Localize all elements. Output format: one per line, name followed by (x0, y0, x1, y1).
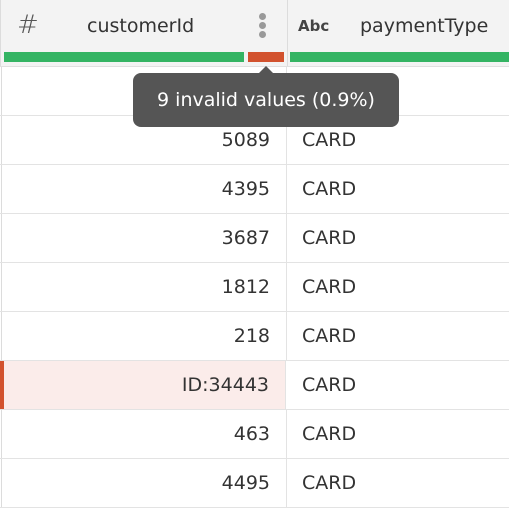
column-menu-icon[interactable] (257, 13, 267, 39)
column-title: customerId (87, 15, 195, 37)
invalid-cell-customerid[interactable]: ID:34443 (0, 361, 286, 409)
cell-customerid[interactable]: 4395 (1, 165, 287, 213)
valid-values-bar[interactable] (290, 52, 509, 62)
cell-paymenttype[interactable]: CARD (287, 410, 509, 458)
cell-paymenttype[interactable]: CARD (287, 263, 509, 311)
table-row: ID:34443 CARD (0, 361, 509, 410)
cell-customerid[interactable]: 463 (1, 410, 287, 458)
valid-values-bar[interactable] (4, 52, 244, 62)
table-row: 218 CARD (0, 312, 509, 361)
cell-customerid[interactable]: 3687 (1, 214, 287, 262)
cell-customerid[interactable]: 218 (1, 312, 287, 360)
table-row: 4395 CARD (0, 165, 509, 214)
table-row: 1812 CARD (0, 263, 509, 312)
invalid-values-tooltip: 9 invalid values (0.9%) (133, 73, 399, 127)
cell-paymenttype[interactable]: CARD (287, 312, 509, 360)
data-grid: # customerId Abc paymentType 5089 CARD 439… (0, 0, 509, 508)
number-type-icon: # (17, 10, 39, 40)
cell-paymenttype[interactable]: CARD (287, 361, 509, 409)
table-row: 463 CARD (0, 410, 509, 459)
column-title: paymentType (360, 15, 489, 37)
table-row: 4495 CARD (0, 459, 509, 508)
table-row: 3687 CARD (0, 214, 509, 263)
string-type-icon: Abc (298, 17, 330, 35)
cell-customerid[interactable]: 4495 (1, 459, 287, 507)
cell-paymenttype[interactable]: CARD (287, 214, 509, 262)
grid-header: # customerId Abc paymentType (0, 0, 509, 67)
cell-customerid[interactable]: 1812 (1, 263, 287, 311)
cell-paymenttype[interactable]: CARD (287, 165, 509, 213)
invalid-values-bar[interactable] (248, 52, 284, 62)
cell-paymenttype[interactable]: CARD (287, 459, 509, 507)
